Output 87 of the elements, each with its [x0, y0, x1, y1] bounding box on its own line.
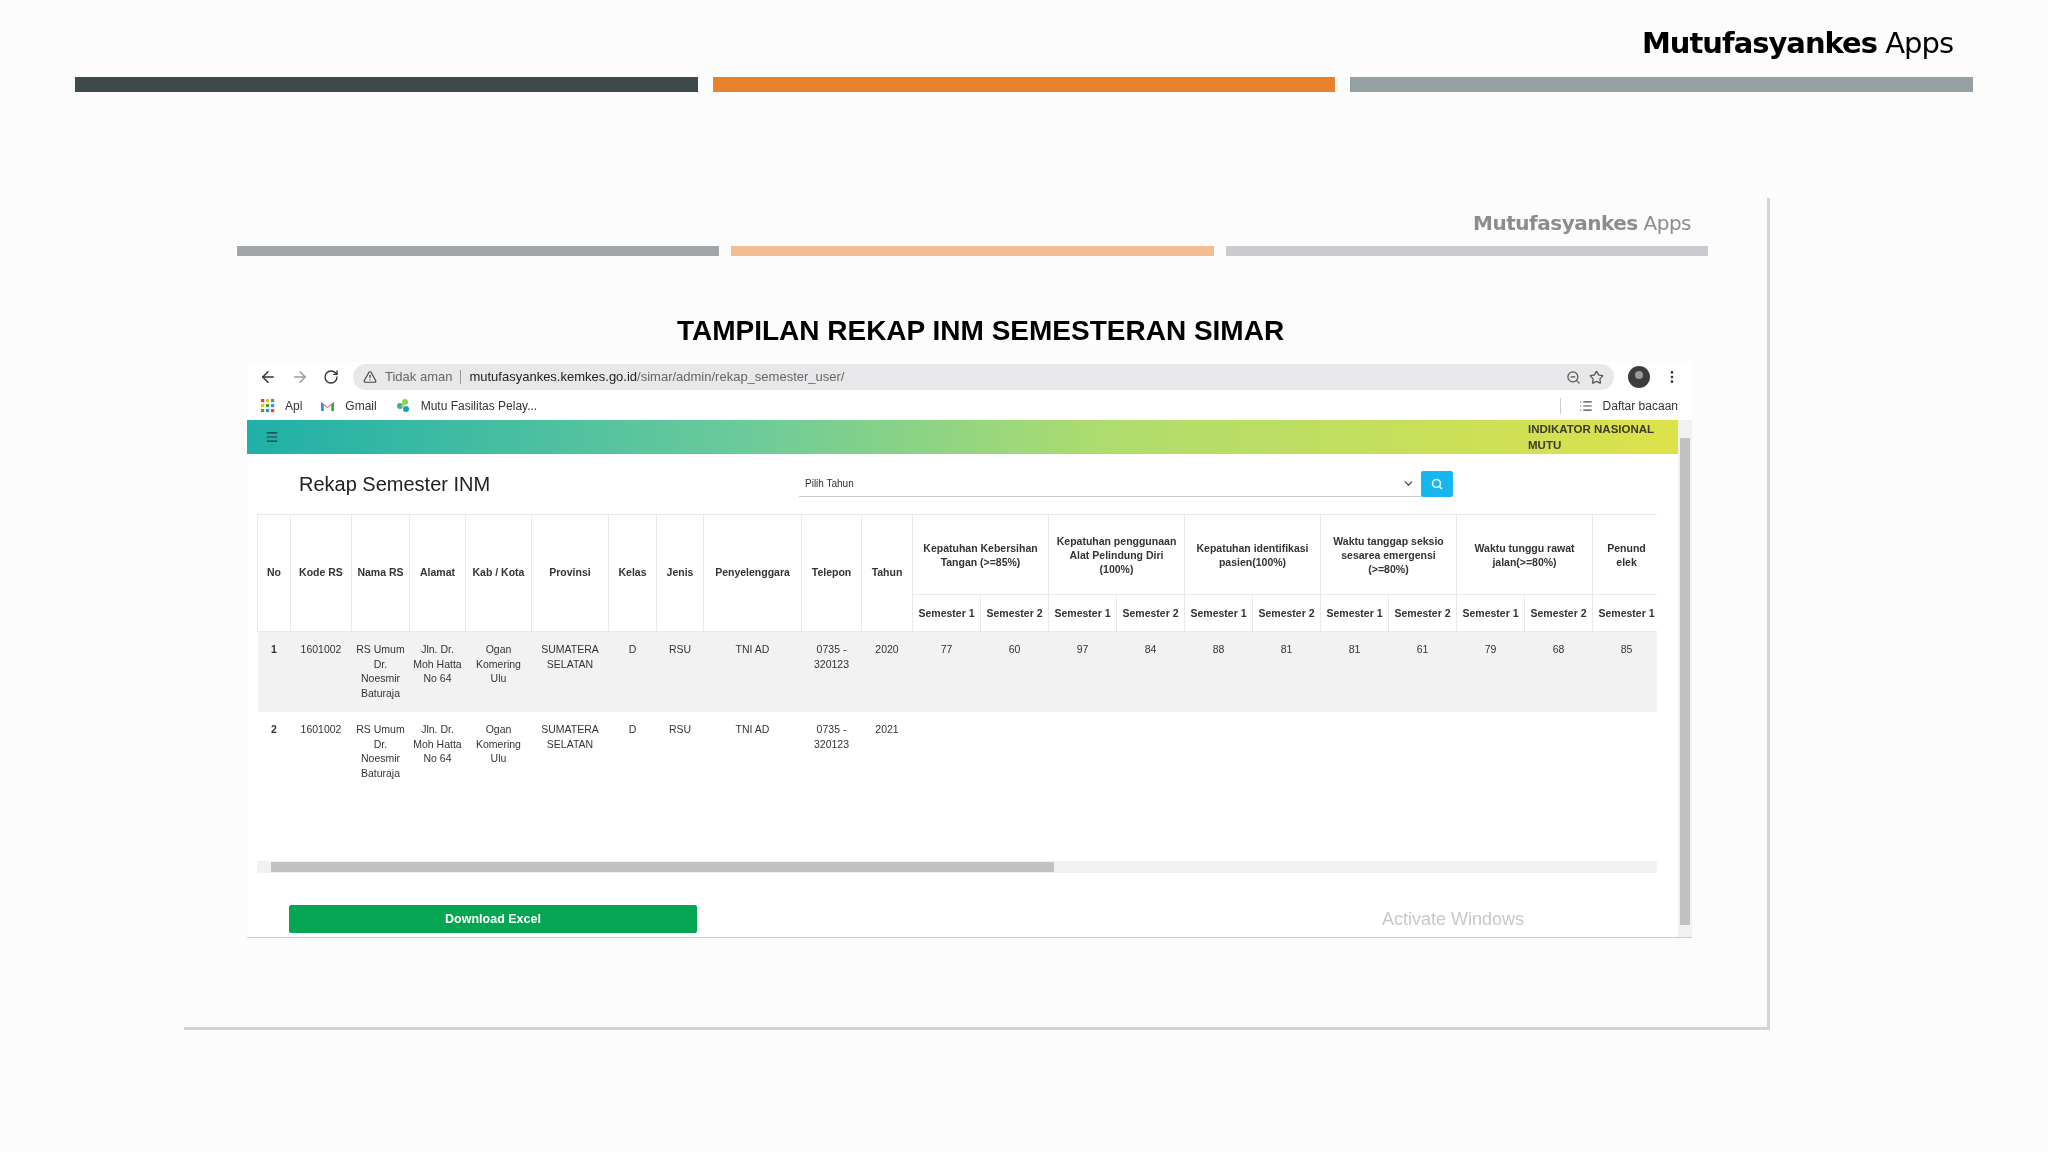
column-header: No	[257, 514, 291, 632]
column-header: Telepon	[801, 514, 862, 632]
table-cell: 81	[1320, 631, 1389, 712]
table-cell: TNI AD	[703, 631, 802, 712]
column-header: Semester 1	[1048, 594, 1117, 632]
table-cell: 77	[912, 631, 981, 712]
column-header: Semester 2	[1116, 594, 1185, 632]
table-cell: 97	[1048, 631, 1117, 712]
column-header: Penund elek	[1592, 514, 1657, 595]
reload-icon[interactable]	[323, 369, 339, 385]
column-header: Kab / Kota	[465, 514, 532, 632]
search-icon	[1431, 478, 1443, 490]
forward-icon[interactable]	[291, 368, 309, 386]
table-cell: 1601002	[290, 631, 352, 712]
security-label: Tidak aman	[385, 368, 453, 387]
table-cell: 79	[1456, 631, 1525, 712]
table-cell: SUMATERA SELATAN	[531, 631, 609, 712]
page-heading: Rekap Semester INM	[299, 472, 492, 497]
url-text: mutufasyankes.kemkes.go.id/simar/admin/rekap_semester_user/	[469, 368, 845, 387]
table-cell: Jln. Dr. Moh Hatta No 64	[409, 631, 466, 712]
column-header: Nama RS	[351, 514, 410, 632]
column-header: Semester 1	[1456, 594, 1525, 632]
table-cell: 85	[1592, 631, 1657, 712]
column-header: Kepatuhan identifikasi pasien(100%)	[1184, 514, 1321, 595]
brand-title: Mutufasyankes Apps	[1473, 210, 1691, 236]
table-cell: 61	[1388, 631, 1457, 712]
column-header: Kode RS	[290, 514, 352, 632]
column-header: Penyelenggara	[703, 514, 802, 632]
table-cell: Ogan Komering Ulu	[465, 712, 532, 792]
column-header: Semester 1	[1320, 594, 1389, 632]
table-cell: 68	[1524, 631, 1593, 712]
column-header: Semester 2	[980, 594, 1049, 632]
table-cell: 0735 - 320123	[801, 631, 862, 712]
vertical-scrollbar[interactable]	[1678, 420, 1692, 937]
column-header: Semester 1	[1184, 594, 1253, 632]
table-cell: 2021	[861, 712, 913, 792]
table-cell: 2	[257, 712, 291, 792]
bookmark-link[interactable]: Gmail	[320, 397, 377, 415]
table-cell: D	[608, 631, 657, 712]
table-cell: 60	[980, 631, 1049, 712]
table-cell: RS Umum Dr. Noesmir Baturaja	[351, 631, 410, 712]
table-cell: RSU	[656, 712, 704, 792]
table-cell: TNI AD	[703, 712, 802, 792]
table-cell: 2020	[861, 631, 913, 712]
column-header: Kelas	[608, 514, 657, 632]
horizontal-scrollbar[interactable]	[257, 861, 1657, 873]
table-cell: 0735 - 320123	[801, 712, 862, 792]
bookmark-link[interactable]: Apl	[261, 397, 303, 415]
column-header: Kepatuhan Kebersihan Tangan (>=85%)	[912, 514, 1049, 595]
column-header: Semester 1	[912, 594, 981, 632]
apps-grid-icon	[261, 399, 275, 413]
column-header: Semester 2	[1524, 594, 1593, 632]
brand-title: Mutufasyankes Apps	[1642, 25, 1953, 62]
leaf-logo-icon	[394, 398, 411, 414]
app-title: INDIKATOR NASIONAL MUTU	[1528, 422, 1655, 453]
table-cell: Ogan Komering Ulu	[465, 631, 532, 712]
table-cell: Jln. Dr. Moh Hatta No 64	[409, 712, 466, 792]
address-bar[interactable]: Tidak aman mutufasyankes.kemkes.go.id/simar/admin/rekap_semester_user/	[353, 364, 1614, 390]
table-cell: 81	[1252, 631, 1321, 712]
table-cell: 88	[1184, 631, 1253, 712]
year-select[interactable]: Pilih Tahun	[799, 471, 1421, 497]
column-header: Jenis	[656, 514, 704, 632]
star-icon[interactable]	[1589, 369, 1604, 385]
back-icon[interactable]	[259, 368, 277, 386]
column-header: Semester 2	[1388, 594, 1457, 632]
table-cell: RS Umum Dr. Noesmir Baturaja	[351, 712, 410, 792]
warning-icon	[363, 370, 377, 384]
table-cell: 1	[257, 631, 291, 712]
slide-title: TAMPILAN REKAP INM SEMESTERAN SIMAR	[676, 314, 1285, 348]
column-header: Waktu tanggap seksio sesarea emergensi (>=80%)	[1320, 514, 1457, 595]
table-cell: D	[608, 712, 657, 792]
column-header: Waktu tunggu rawat jalan(>=80%)	[1456, 514, 1593, 595]
table-cell: 84	[1116, 631, 1185, 712]
column-header: Kepatuhan penggunaan Alat Pelindung Diri (100%)	[1048, 514, 1185, 595]
column-header: Tahun	[861, 514, 913, 632]
column-header: Alamat	[409, 514, 466, 632]
table-cell: 1601002	[290, 712, 352, 792]
table-cell: RSU	[656, 631, 704, 712]
list-icon	[1578, 399, 1593, 413]
column-header: Semester 2	[1252, 594, 1321, 632]
mail-icon	[320, 400, 336, 412]
table-cell: SUMATERA SELATAN	[531, 712, 609, 792]
column-header: Provinsi	[531, 514, 609, 632]
zoom-out-icon[interactable]	[1566, 369, 1581, 385]
avatar-icon[interactable]	[1628, 366, 1650, 388]
bookmark-link[interactable]: Mutu Fasilitas Pelay...	[394, 397, 538, 415]
reading-list-link[interactable]: Daftar bacaan	[1578, 397, 1678, 415]
